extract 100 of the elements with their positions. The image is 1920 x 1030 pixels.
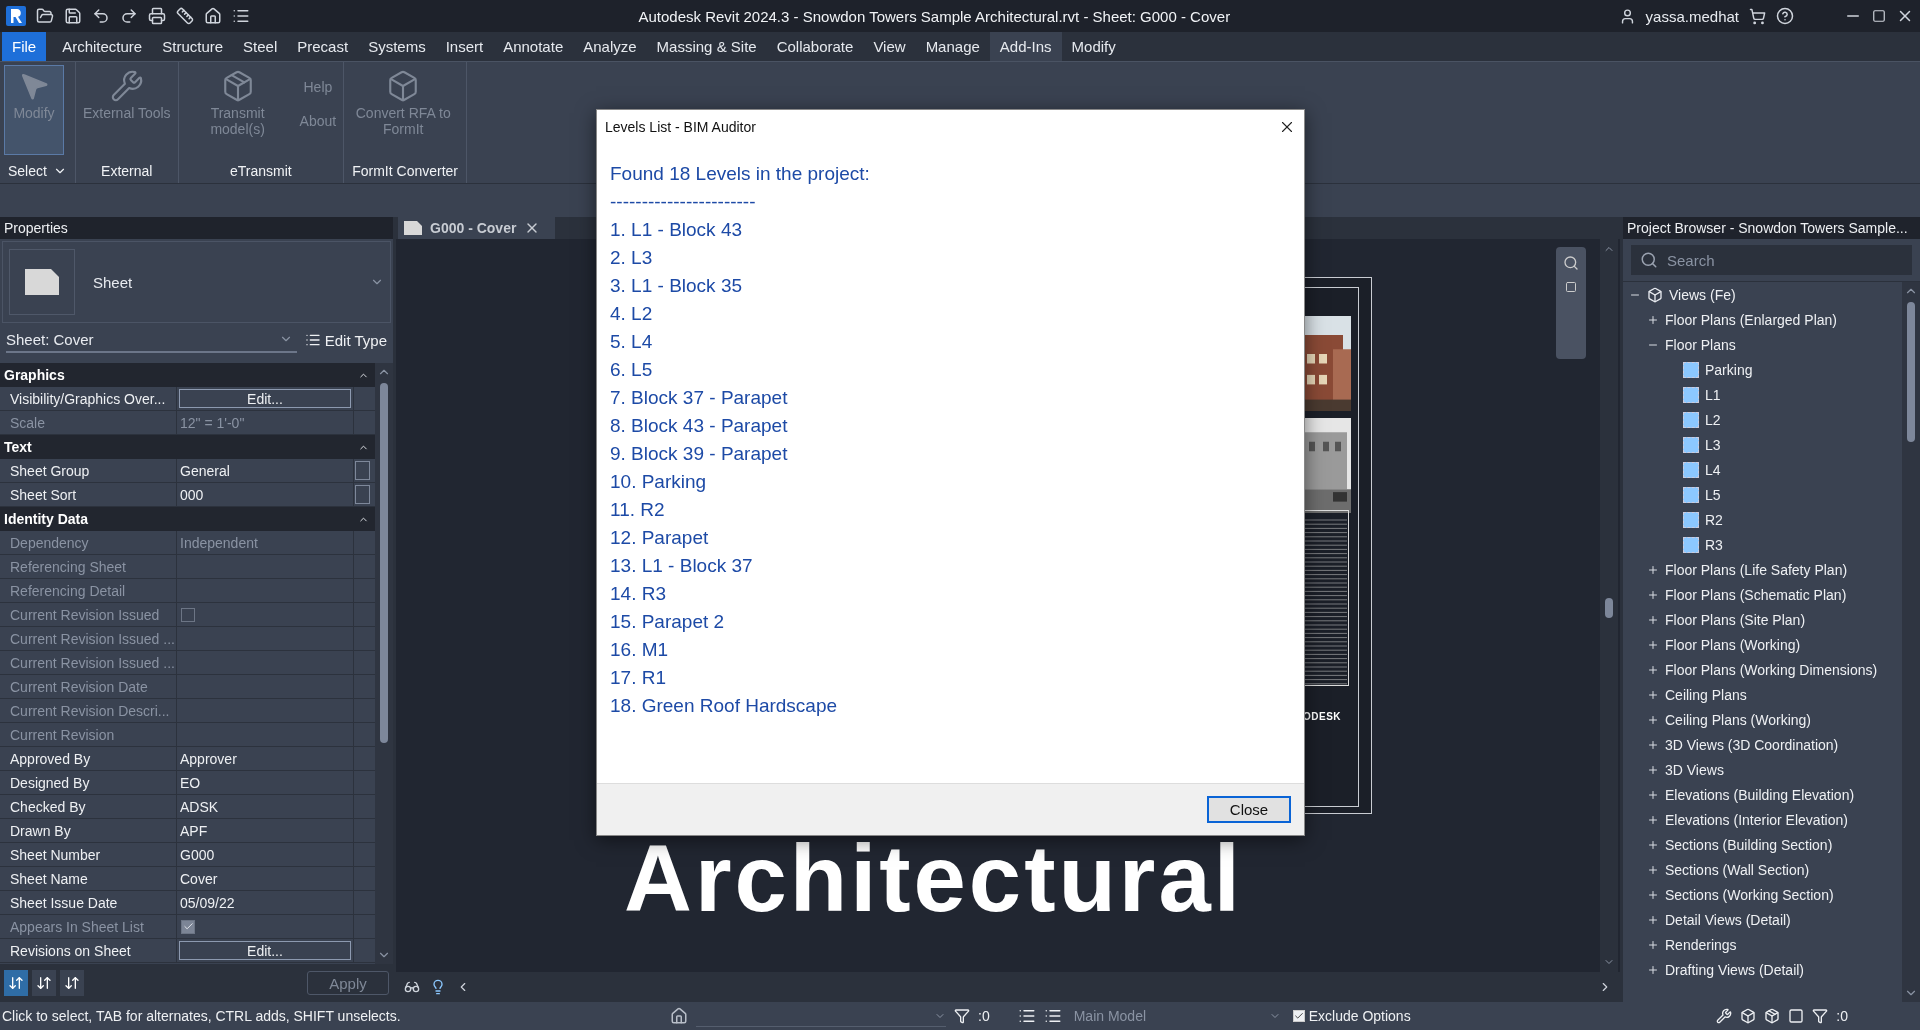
file-menu-button[interactable]: File <box>2 32 47 61</box>
checkbox[interactable] <box>1292 1010 1305 1022</box>
sort-icon[interactable] <box>32 970 56 996</box>
scroll-thumb[interactable] <box>1605 597 1613 618</box>
type-selector[interactable]: Sheet <box>2 241 391 323</box>
ribbon-tab[interactable]: Structure <box>152 32 234 61</box>
ribbon-tab[interactable]: Insert <box>435 32 494 61</box>
tree-item[interactable]: 3D Views (3D Coordination) <box>1665 736 1839 753</box>
tree-item[interactable]: R3 <box>1705 536 1723 553</box>
expand-icon[interactable] <box>1647 713 1659 726</box>
undo-icon[interactable] <box>92 7 110 25</box>
tree-item[interactable]: R2 <box>1705 511 1723 528</box>
expand-icon[interactable] <box>1647 963 1659 976</box>
sort-icon[interactable] <box>60 970 84 996</box>
browse-button[interactable] <box>355 461 370 480</box>
glasses-icon[interactable] <box>404 979 420 995</box>
expand-icon[interactable] <box>1647 688 1659 701</box>
edit-button[interactable]: Edit... <box>179 941 351 960</box>
ribbon-tab[interactable]: Add-Ins <box>989 32 1062 61</box>
ribbon-tab[interactable]: Precast <box>287 32 359 61</box>
restore-icon[interactable] <box>1872 9 1886 23</box>
square-icon[interactable] <box>1788 1008 1805 1024</box>
help-icon[interactable] <box>1776 7 1794 25</box>
scrollbar[interactable] <box>375 363 393 964</box>
scroll-thumb[interactable] <box>1907 302 1915 442</box>
scroll-thumb[interactable] <box>380 383 388 743</box>
navigation-bar[interactable] <box>1556 247 1586 359</box>
tree-item[interactable]: Floor Plans (Enlarged Plan) <box>1665 311 1837 328</box>
tree-item[interactable]: Ceiling Plans <box>1665 686 1747 703</box>
tree-item[interactable]: L4 <box>1705 461 1721 478</box>
tree-item[interactable]: Elevations (Interior Elevation) <box>1665 811 1848 828</box>
tree-item[interactable]: Floor Plans (Working) <box>1665 636 1801 653</box>
ribbon-tab[interactable]: Systems <box>358 32 436 61</box>
expand-icon[interactable] <box>1647 838 1659 851</box>
tree-item[interactable]: Drafting Views (Detail) <box>1665 961 1804 978</box>
tree-item[interactable]: Floor Plans (Schematic Plan) <box>1665 586 1847 603</box>
expand-icon[interactable] <box>1647 663 1659 676</box>
redo-icon[interactable] <box>120 7 138 25</box>
cart-icon[interactable] <box>1749 7 1766 25</box>
document-tab[interactable]: G000 - Cover <box>398 217 555 239</box>
filter-icon[interactable] <box>1812 1008 1829 1024</box>
instance-selector[interactable]: Sheet: Cover <box>6 327 297 353</box>
expand-icon[interactable] <box>1647 563 1659 576</box>
print-icon[interactable] <box>148 7 166 25</box>
square-icon[interactable] <box>1565 281 1577 293</box>
expand-icon[interactable] <box>1647 913 1659 926</box>
tree-item[interactable]: Floor Plans (Working Dimensions) <box>1665 661 1878 678</box>
expand-icon[interactable] <box>1647 888 1659 901</box>
tree-item[interactable]: Parking <box>1705 361 1753 378</box>
zoom-icon[interactable] <box>1563 255 1579 271</box>
expand-icon[interactable] <box>1647 763 1659 776</box>
group-header[interactable]: Text <box>4 439 32 455</box>
user-name[interactable]: yassa.medhat <box>1645 7 1739 25</box>
tree-item[interactable]: Ceiling Plans (Working) <box>1665 711 1811 728</box>
tree-item[interactable]: Views (Fe) <box>1669 286 1736 303</box>
ribbon-tab[interactable]: Manage <box>915 32 990 61</box>
tree-item[interactable]: L3 <box>1705 436 1721 453</box>
tree-item[interactable]: Renderings <box>1665 936 1737 953</box>
tree-item[interactable]: L5 <box>1705 486 1721 503</box>
home-icon[interactable] <box>204 7 222 25</box>
tree-item[interactable]: Floor Plans (Site Plan) <box>1665 611 1806 628</box>
checkbox-label[interactable]: Exclude Options <box>1308 1008 1411 1024</box>
expand-icon[interactable] <box>1647 788 1659 801</box>
ribbon-tab[interactable]: Analyze <box>573 32 647 61</box>
ribbon-tab[interactable]: Massing & Site <box>646 32 767 61</box>
cube-icon[interactable] <box>1740 1008 1757 1024</box>
tree-item[interactable]: Detail Views (Detail) <box>1665 911 1791 928</box>
ribbon-tab[interactable]: View <box>863 32 916 61</box>
tree-item[interactable]: Sections (Wall Section) <box>1665 861 1810 878</box>
edit-type-button[interactable]: Edit Type <box>304 331 387 349</box>
open-icon[interactable] <box>36 7 54 25</box>
browse-button[interactable] <box>355 485 370 504</box>
list-icon[interactable] <box>1043 1007 1062 1025</box>
close-button[interactable]: Close <box>1207 796 1291 823</box>
expand-icon[interactable] <box>1647 738 1659 751</box>
group-header[interactable]: Identity Data <box>4 511 88 527</box>
sort-icon[interactable] <box>4 970 28 996</box>
expand-icon[interactable] <box>1647 313 1659 326</box>
expand-icon[interactable] <box>1647 863 1659 876</box>
ribbon-tab[interactable]: Modify <box>1061 32 1126 61</box>
ruler-icon[interactable] <box>176 7 194 25</box>
list-icon[interactable] <box>232 7 250 25</box>
search-field[interactable]: Search <box>1631 245 1912 275</box>
lightbulb-icon[interactable] <box>430 979 446 995</box>
app-logo[interactable] <box>6 6 26 26</box>
expand-icon[interactable] <box>1647 613 1659 626</box>
scrollbar[interactable] <box>1902 282 1920 1002</box>
expand-icon[interactable] <box>1647 813 1659 826</box>
group-header[interactable]: Graphics <box>4 367 65 383</box>
tree-item[interactable]: 3D Views <box>1665 761 1724 778</box>
ribbon-tab[interactable]: Collaborate <box>766 32 864 61</box>
ribbon-tab[interactable]: Steel <box>233 32 288 61</box>
tree-item[interactable]: Sections (Building Section) <box>1665 836 1833 853</box>
expand-icon[interactable] <box>1647 938 1659 951</box>
tree-item[interactable]: Floor Plans (Life Safety Plan) <box>1665 561 1848 578</box>
ribbon-tab[interactable]: Annotate <box>493 32 574 61</box>
apply-button[interactable]: Apply <box>307 971 389 995</box>
expand-icon[interactable] <box>1647 588 1659 601</box>
tree-item[interactable]: Elevations (Building Elevation) <box>1665 786 1855 803</box>
ribbon-tab[interactable]: Architecture <box>52 32 153 61</box>
